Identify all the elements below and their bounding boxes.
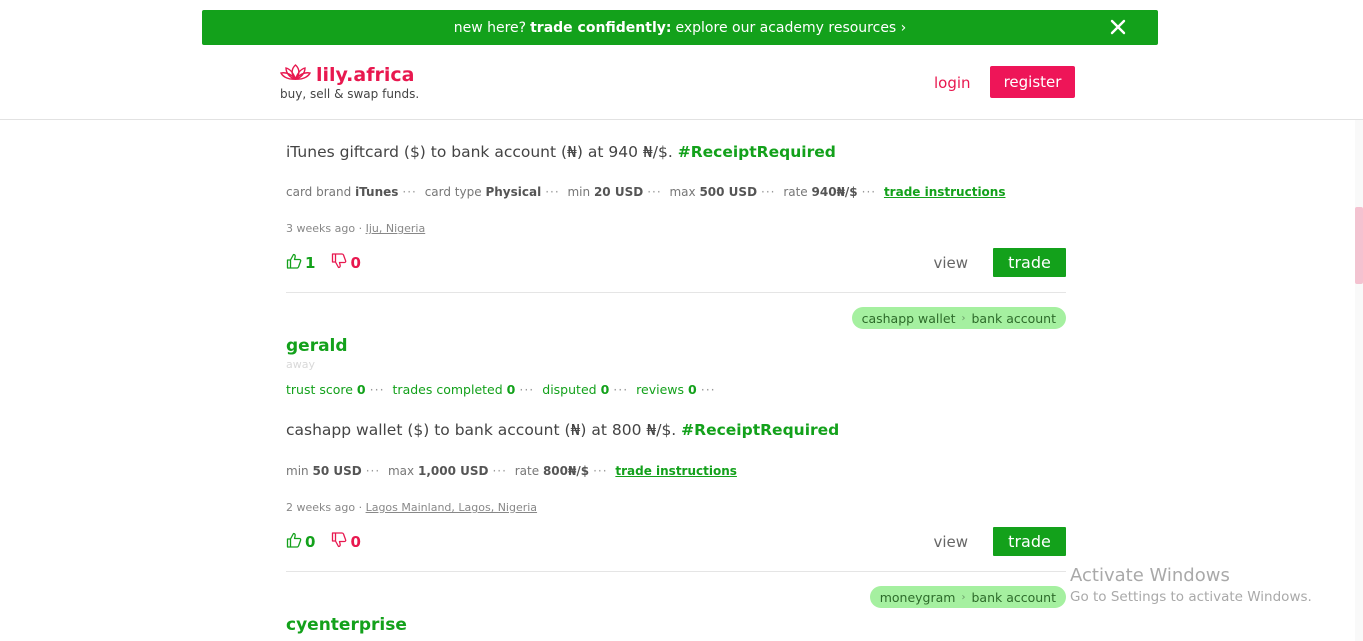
trade-button[interactable]: trade (993, 248, 1066, 277)
detail-value: 1,000 USD (417, 464, 489, 478)
detail-label: max (669, 185, 696, 199)
receipt-tag: #ReceiptRequired (677, 143, 836, 161)
banner-link[interactable]: explore our academy resources › (676, 20, 907, 36)
route-from: moneygram (879, 589, 956, 605)
view-link[interactable]: view (933, 254, 968, 272)
listing-time: 2 weeks ago (286, 501, 356, 514)
logo[interactable]: lily.africa (279, 63, 415, 87)
divider (286, 292, 1066, 293)
scrollbar-track[interactable] (1355, 120, 1363, 641)
dislike-button[interactable]: 0 (331, 532, 361, 552)
listing-title: cashapp wallet ($) to bank account (₦) a… (286, 421, 1066, 439)
close-icon[interactable] (1108, 17, 1128, 37)
route-to: bank account (971, 310, 1056, 326)
user-status: away (286, 358, 315, 371)
detail-value: Physical (485, 185, 542, 199)
detail-value: 20 USD (593, 185, 644, 199)
detail-label: rate (783, 185, 808, 199)
stat-value: 0 (506, 382, 516, 397)
route-badge: moneygram › bank account (869, 586, 1066, 608)
like-button[interactable]: 0 (286, 532, 315, 552)
stat-label: trades completed (392, 382, 503, 397)
register-button[interactable]: register (990, 66, 1075, 98)
detail-label: max (387, 464, 415, 478)
announcement-banner[interactable]: new here? trade confidently: explore our… (202, 10, 1158, 45)
thumbs-up-icon (286, 253, 305, 273)
watermark-title: Activate Windows (1070, 565, 1230, 586)
detail-label: min (567, 185, 591, 199)
dislike-count: 0 (350, 533, 361, 551)
listing-title-text: iTunes giftcard ($) to bank account (₦) … (286, 143, 673, 161)
trade-instructions-link[interactable]: trade instructions (884, 185, 1006, 199)
detail-label: card brand (286, 185, 352, 199)
divider (286, 571, 1066, 572)
like-count: 0 (305, 533, 316, 551)
listing-details: min 50 USD ··· max 1,000 USD ··· rate 800₦… (286, 464, 737, 478)
chevron-right-icon: › (961, 312, 966, 324)
listing-title: iTunes giftcard ($) to bank account (₦) … (286, 143, 1066, 161)
watermark-subtitle: Go to Settings to activate Windows. (1070, 589, 1312, 605)
stat-label: trust score (286, 382, 353, 397)
username[interactable]: gerald (286, 336, 1066, 356)
route-from: cashapp wallet (861, 310, 956, 326)
detail-value: 500 USD (699, 185, 758, 199)
dislike-count: 0 (350, 254, 361, 272)
receipt-tag: #ReceiptRequired (681, 421, 840, 439)
user-stats: trust score 0 ··· trades completed 0 ··· d… (286, 382, 716, 397)
detail-value: 800₦/$ (542, 464, 590, 478)
listing-details: card brand iTunes ··· card type Physical ·… (286, 185, 1006, 199)
thumbs-up-icon (286, 532, 305, 552)
stat-value: 0 (356, 382, 366, 397)
banner-pre: new here? (453, 19, 527, 36)
dislike-button[interactable]: 0 (331, 253, 361, 273)
scrollbar-thumb[interactable] (1355, 207, 1363, 284)
route-badge: cashapp wallet › bank account (851, 307, 1066, 329)
banner-bold: trade confidently: (530, 19, 672, 36)
like-button[interactable]: 1 (286, 253, 315, 273)
stat-value: 0 (600, 382, 610, 397)
detail-label: rate (514, 464, 540, 478)
listing-time: 3 weeks ago (286, 222, 356, 235)
detail-label: card type (424, 185, 482, 199)
listing-title-text: cashapp wallet ($) to bank account (₦) a… (286, 421, 677, 439)
activation-watermark: Activate Windows Go to Settings to activ… (1070, 565, 1312, 605)
view-link[interactable]: view (933, 533, 968, 551)
listing-actions: 0 0 view trade (286, 527, 1066, 557)
thumbs-down-icon (331, 532, 350, 552)
detail-value: iTunes (355, 185, 399, 199)
listing-meta: 2 weeks ago · Lagos Mainland, Lagos, Nig… (286, 501, 538, 514)
like-count: 1 (305, 254, 316, 272)
stat-value: 0 (688, 382, 697, 397)
username[interactable]: cyenterprise (286, 615, 1066, 635)
trade-instructions-link[interactable]: trade instructions (615, 464, 737, 478)
logo-text: lily.africa (316, 64, 415, 86)
detail-value: 940₦/$ (811, 185, 858, 199)
vote-group: 1 0 (286, 253, 377, 273)
trade-button[interactable]: trade (993, 527, 1066, 556)
detail-label: min (286, 464, 309, 478)
listing-location[interactable]: Lagos Mainland, Lagos, Nigeria (366, 501, 537, 514)
listing-card: iTunes giftcard ($) to bank account (₦) … (286, 143, 1066, 161)
detail-value: 50 USD (312, 464, 362, 478)
thumbs-down-icon (331, 253, 350, 273)
listing-meta: 3 weeks ago · Iju, Nigeria (286, 222, 426, 235)
tagline: buy, sell & swap funds. (280, 87, 420, 101)
chevron-right-icon: › (961, 591, 966, 603)
vote-group: 0 0 (286, 532, 377, 552)
lotus-icon (279, 63, 312, 87)
listing-actions: 1 0 view trade (286, 248, 1066, 278)
route-to: bank account (971, 589, 1056, 605)
stat-label: reviews (636, 382, 685, 397)
stat-label: disputed (542, 382, 597, 397)
listing-location[interactable]: Iju, Nigeria (366, 222, 426, 235)
login-link[interactable]: login (934, 74, 971, 92)
site-header: lily.africa buy, sell & swap funds. logi… (0, 45, 1363, 120)
